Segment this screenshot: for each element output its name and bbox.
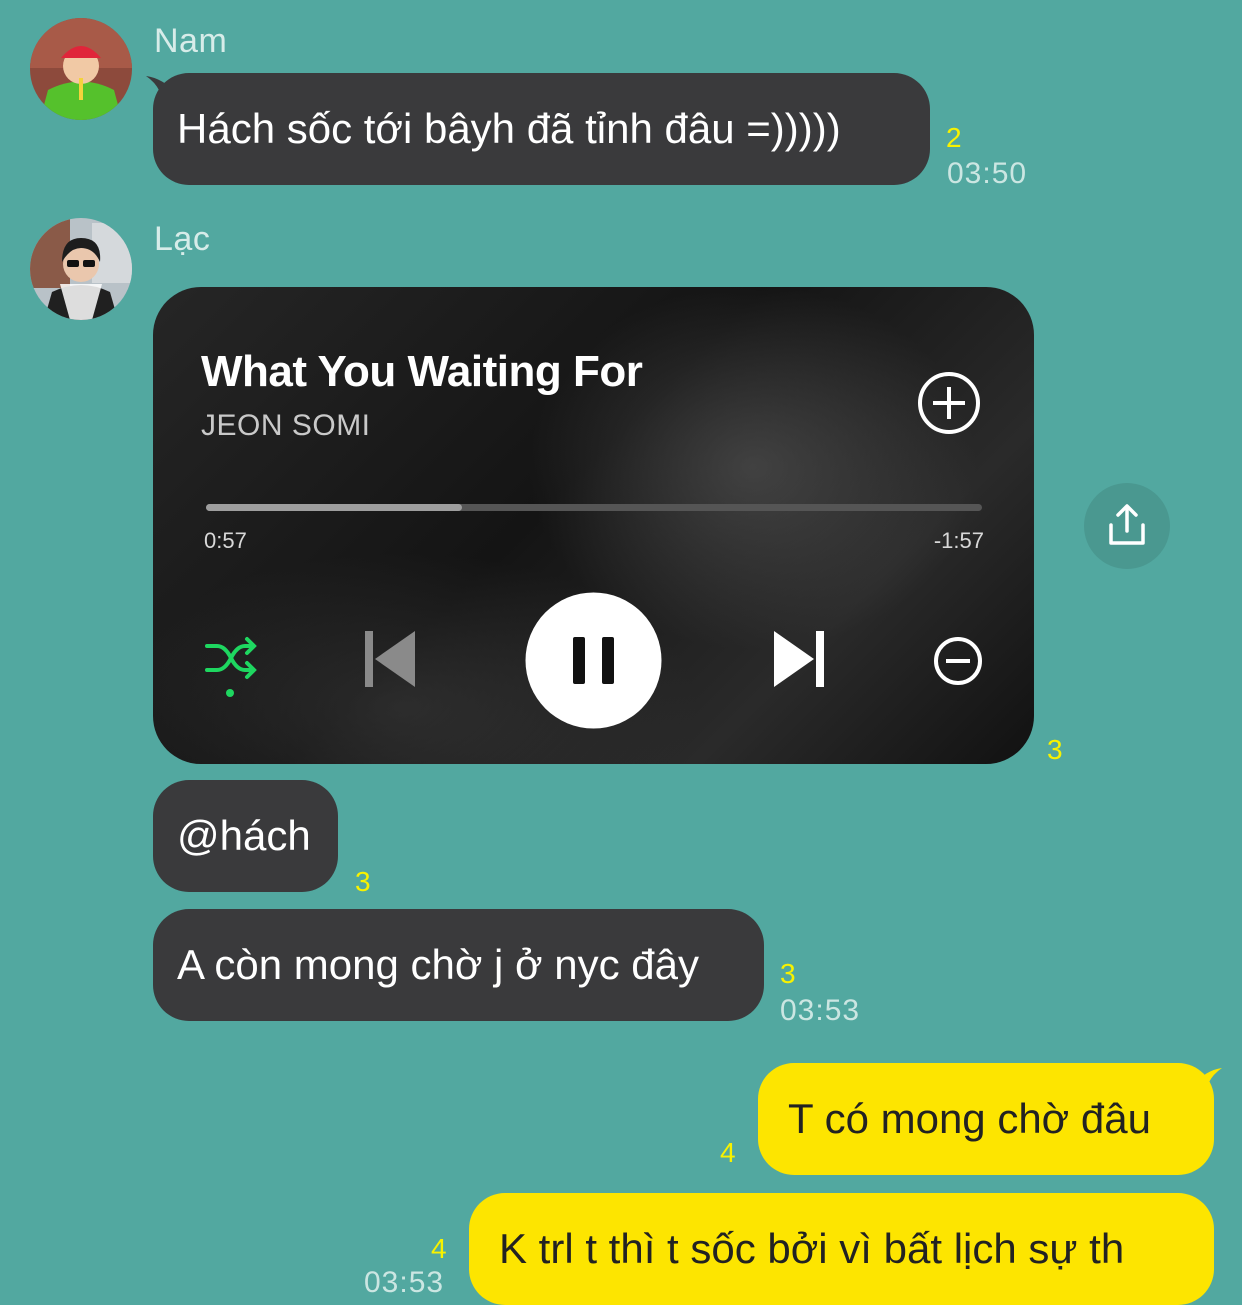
- message-bubble-nam[interactable]: Hách sốc tới bâyh đã tỉnh đâu =))))): [153, 73, 930, 185]
- share-icon: [1109, 504, 1145, 545]
- sender-name-lac: Lạc: [154, 220, 211, 258]
- message-bubble-lac-2[interactable]: @hách: [153, 780, 338, 892]
- progress-bar[interactable]: [206, 504, 982, 511]
- message-text: T có mong chờ đâu: [788, 1095, 1151, 1142]
- message-bubble-me-2[interactable]: K trl t thì t sốc bởi vì bất lịch sự th: [469, 1193, 1214, 1305]
- progress-bar-fill: [206, 504, 463, 511]
- unread-count: 2: [946, 122, 962, 153]
- sender-name-nam: Nam: [154, 22, 228, 60]
- message-time: 03:53: [780, 994, 861, 1027]
- avatar-nam[interactable]: [30, 18, 132, 120]
- elapsed-time: 0:57: [204, 528, 247, 553]
- skip-next-icon[interactable]: [770, 629, 826, 694]
- unread-count: 3: [355, 866, 371, 897]
- song-artist: JEON SOMI: [201, 409, 371, 442]
- pause-button[interactable]: [525, 592, 662, 734]
- message-text: A còn mong chờ j ở nyc đây: [177, 941, 700, 988]
- unread-count: 3: [780, 958, 796, 989]
- unread-count: 4: [720, 1137, 736, 1168]
- message-text: K trl t thì t sốc bởi vì bất lịch sự th: [499, 1225, 1125, 1272]
- message-time: 03:50: [947, 157, 1028, 190]
- share-button[interactable]: [1084, 483, 1170, 569]
- music-player-card[interactable]: What You Waiting For JEON SOMI 0:57 -1:5…: [153, 287, 1034, 764]
- message-bubble-me-1[interactable]: T có mong chờ đâu: [758, 1063, 1214, 1175]
- unread-count: 4: [431, 1233, 447, 1264]
- unread-count: 3: [1047, 734, 1063, 765]
- message-text: Hách sốc tới bâyh đã tỉnh đâu =))))): [177, 105, 841, 152]
- message-bubble-lac-3[interactable]: A còn mong chờ j ở nyc đây: [153, 909, 764, 1021]
- plus-circle-icon[interactable]: [916, 370, 982, 441]
- minus-circle-icon[interactable]: [932, 635, 984, 692]
- remaining-time: -1:57: [933, 528, 984, 553]
- avatar-lac[interactable]: [30, 218, 132, 320]
- song-title: What You Waiting For: [201, 347, 643, 396]
- message-text: @hách: [177, 812, 311, 859]
- shuffle-icon[interactable]: [203, 634, 259, 705]
- skip-previous-icon[interactable]: [363, 629, 419, 694]
- message-time: 03:53: [364, 1266, 445, 1299]
